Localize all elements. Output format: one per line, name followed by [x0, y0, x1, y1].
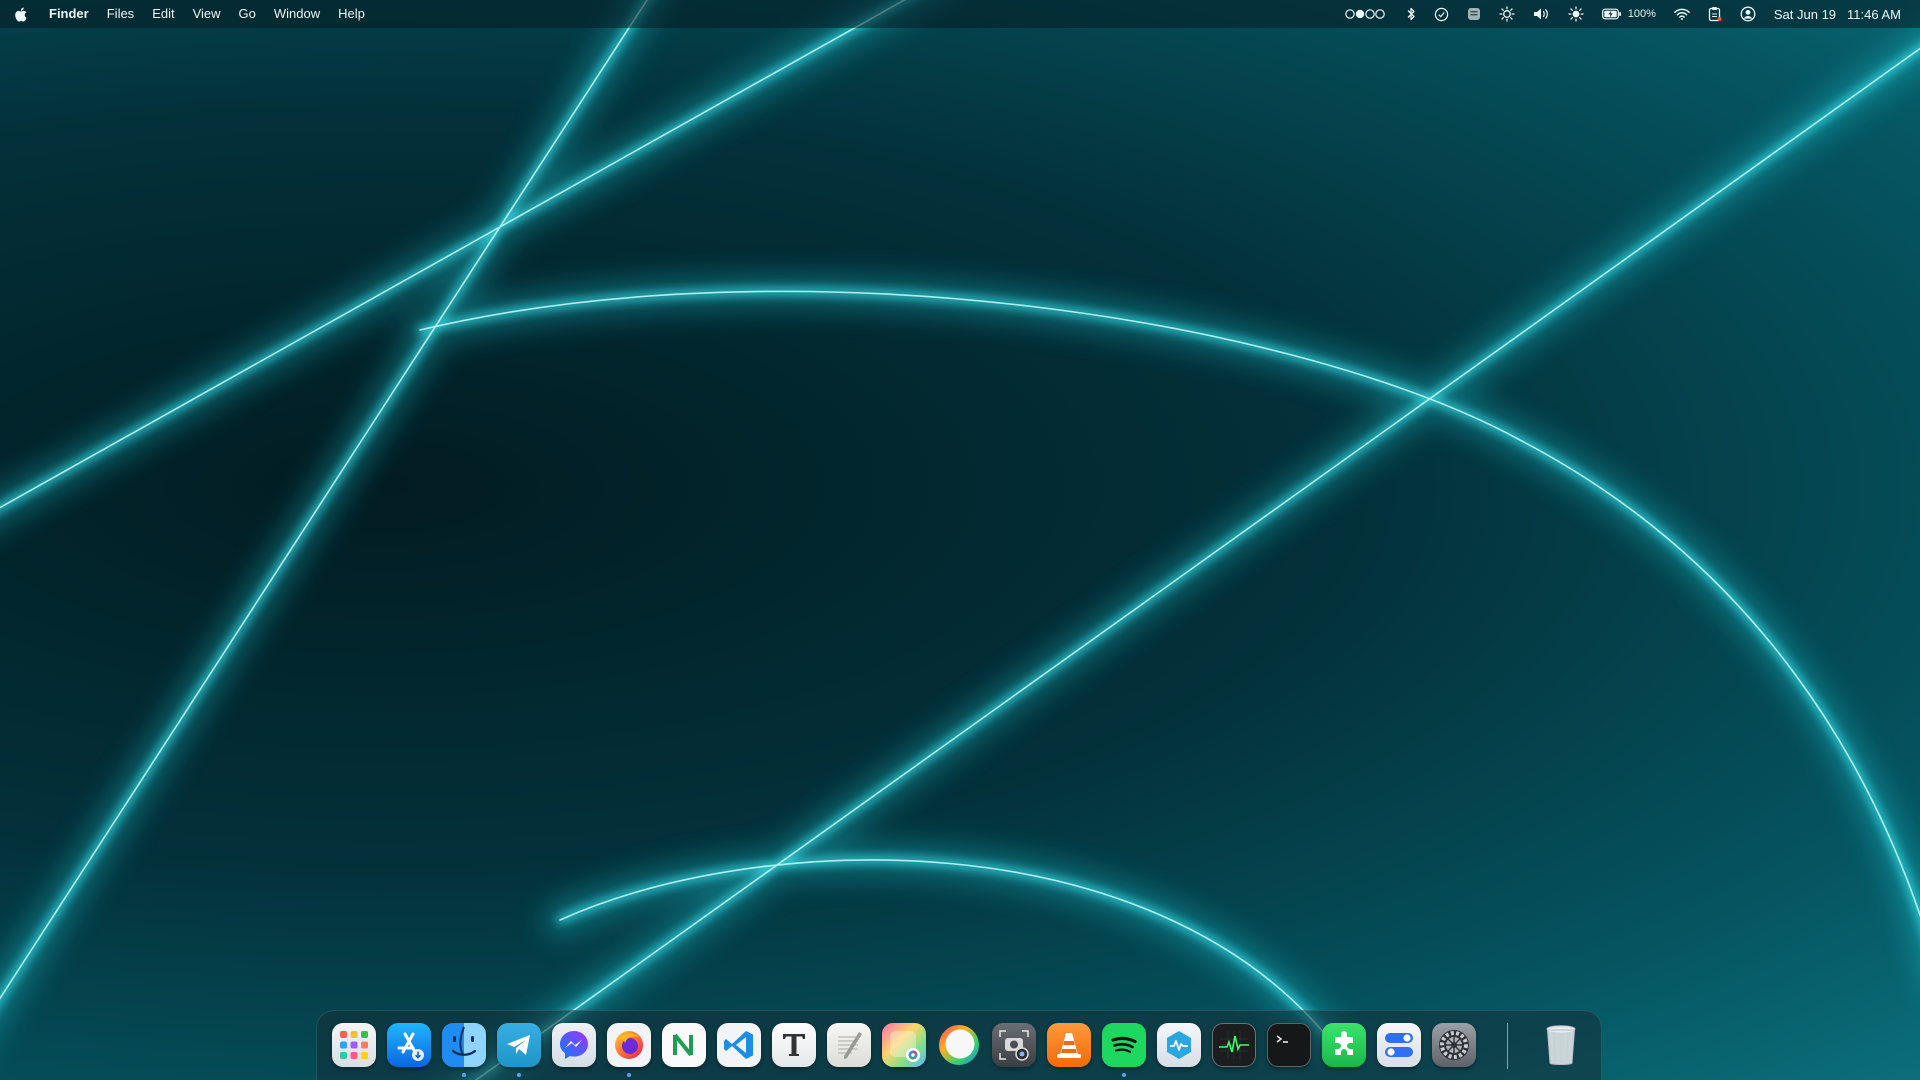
checkmark-circle-icon: [1434, 7, 1448, 21]
menu-window[interactable]: Window: [265, 0, 329, 28]
system-preferences-icon[interactable]: [1432, 1023, 1476, 1067]
screenshot-icon[interactable]: [992, 1023, 1036, 1067]
sun-outline-icon: [1499, 6, 1515, 22]
tasks-status[interactable]: [1425, 0, 1458, 28]
clipboard-status[interactable]: [1699, 0, 1731, 28]
launchpad-icon[interactable]: [332, 1023, 376, 1067]
wifi-status[interactable]: [1665, 0, 1699, 28]
menu-files[interactable]: Files: [98, 0, 143, 28]
vscode-icon[interactable]: [717, 1023, 761, 1067]
menu-edit[interactable]: Edit: [143, 0, 183, 28]
battery-status[interactable]: 100%: [1593, 0, 1665, 28]
messenger-icon[interactable]: [552, 1023, 596, 1067]
speaker-icon: [1533, 8, 1548, 20]
wallpaper: [0, 0, 1920, 1080]
menubar-time[interactable]: 11:46 AM: [1845, 0, 1910, 28]
dock-divider: [1507, 1023, 1508, 1069]
user-status[interactable]: [1731, 0, 1765, 28]
terminal-icon[interactable]: [1267, 1023, 1311, 1067]
battery-percent: 100%: [1627, 8, 1656, 20]
menu-view[interactable]: View: [184, 0, 230, 28]
telegram-running-indicator: [517, 1073, 521, 1077]
trash-icon[interactable]: [1539, 1023, 1583, 1067]
textedit-icon[interactable]: [827, 1023, 871, 1067]
apple-menu[interactable]: [0, 7, 40, 22]
bluetooth-status[interactable]: [1397, 0, 1425, 28]
desktop: Finder Files Edit View Go Window Help 10…: [0, 0, 1920, 1080]
firefox-icon[interactable]: [607, 1023, 651, 1067]
menubar-date[interactable]: Sat Jun 19: [1765, 0, 1845, 28]
finder-running-indicator: [462, 1073, 466, 1077]
telegram-icon[interactable]: [497, 1023, 541, 1067]
spaces-indicator[interactable]: [1335, 0, 1397, 28]
bluetooth-icon: [1407, 7, 1415, 21]
display-brightness-status[interactable]: [1490, 0, 1524, 28]
app-store-icon[interactable]: [387, 1023, 431, 1067]
pock-icon[interactable]: [937, 1023, 981, 1067]
vlc-icon[interactable]: [1047, 1023, 1091, 1067]
battery-charging-icon: [1601, 8, 1621, 20]
user-circle-icon: [1740, 6, 1756, 22]
menu-go[interactable]: Go: [230, 0, 265, 28]
menu-bar: Finder Files Edit View Go Window Help 10…: [0, 0, 1920, 28]
finder-icon[interactable]: [442, 1023, 486, 1067]
stats-icon[interactable]: [1157, 1023, 1201, 1067]
activity-monitor-icon[interactable]: [1212, 1023, 1256, 1067]
spotify-running-indicator: [1122, 1073, 1126, 1077]
notion-icon[interactable]: [662, 1023, 706, 1067]
brightness-status[interactable]: [1559, 0, 1593, 28]
menu-app-name[interactable]: Finder: [40, 0, 98, 28]
clipboard-icon: [1708, 7, 1722, 22]
sun-icon: [1568, 6, 1584, 22]
typora-icon[interactable]: [772, 1023, 816, 1067]
apple-icon: [14, 7, 27, 22]
wifi-icon: [1674, 8, 1690, 20]
toggles-icon[interactable]: [1377, 1023, 1421, 1067]
square-app-icon: [1467, 8, 1480, 20]
plugin-icon[interactable]: [1322, 1023, 1366, 1067]
photos-icon[interactable]: [882, 1023, 926, 1067]
volume-status[interactable]: [1524, 0, 1559, 28]
firefox-running-indicator: [627, 1073, 631, 1077]
spaces-dots-icon: [1344, 9, 1385, 19]
app-status-item[interactable]: [1458, 0, 1490, 28]
spotify-icon[interactable]: [1102, 1023, 1146, 1067]
menu-help[interactable]: Help: [329, 0, 374, 28]
dock: [316, 1010, 1602, 1080]
